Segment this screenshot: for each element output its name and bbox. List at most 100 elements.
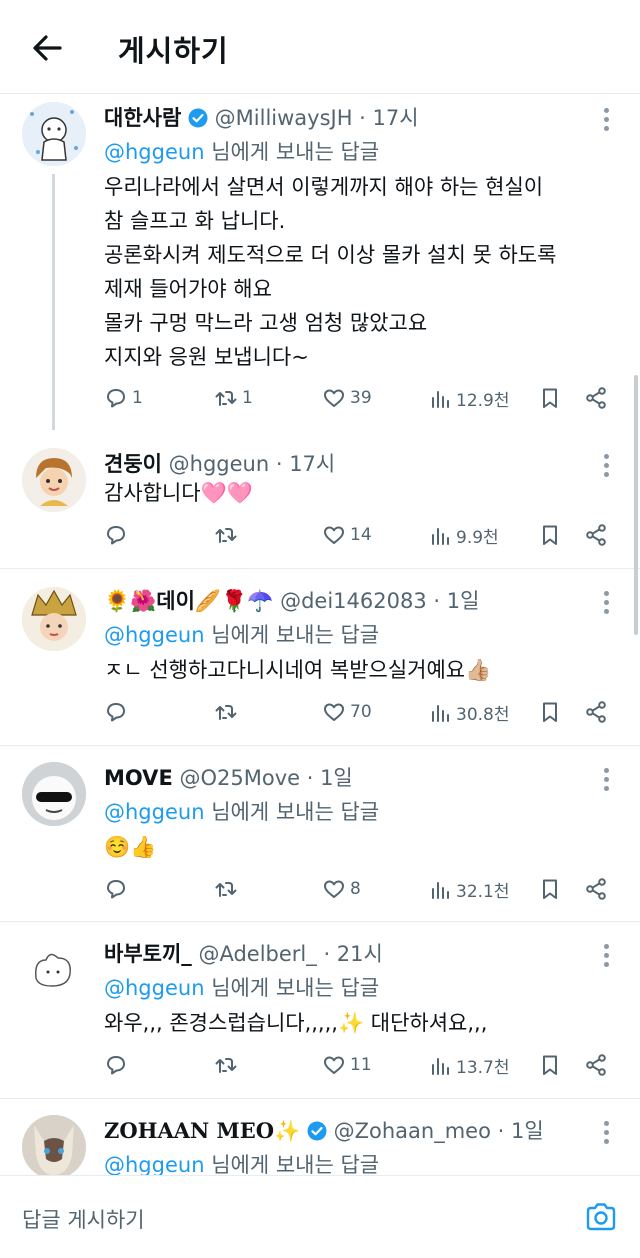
- reply-button[interactable]: 1: [104, 386, 143, 410]
- reply-button[interactable]: [104, 877, 132, 901]
- reply-suffix: 님에게 보내는 답글: [204, 623, 380, 647]
- handle-time[interactable]: @MilliwaysJH · 17시: [215, 106, 419, 130]
- reply-to-label: @hggeun 님에게 보내는 답글: [104, 796, 379, 826]
- avatar[interactable]: [22, 587, 86, 651]
- bookmark-button[interactable]: [538, 1053, 562, 1077]
- like-button[interactable]: 39: [322, 386, 372, 410]
- camera-icon[interactable]: [584, 1200, 618, 1234]
- views-button[interactable]: 30.8천: [428, 700, 510, 725]
- handle-time[interactable]: @Zohaan_meo · 1일: [334, 1119, 544, 1143]
- avatar-image: [22, 448, 86, 512]
- more-vertical-icon[interactable]: [604, 108, 612, 135]
- like-count: 8: [350, 879, 361, 899]
- retweet-button[interactable]: [214, 700, 242, 724]
- display-name[interactable]: 대한사람: [104, 106, 181, 130]
- tweet[interactable]: Z𝐎𝐇𝐀𝐀𝐍 𝐌𝐄𝐎✨ @Zohaan_meo · 1일 @hggeun 님에게…: [0, 1099, 640, 1175]
- handle-time[interactable]: @Adelberl_ · 21시: [198, 942, 382, 966]
- views-button[interactable]: 32.1천: [428, 877, 510, 902]
- page-title: 게시하기: [118, 34, 229, 68]
- speech-bubble-icon: [107, 526, 125, 545]
- tweet[interactable]: 바부토끼_ @Adelberl_ · 21시 @hggeun 님에게 보내는 답…: [0, 922, 640, 1098]
- handle-time[interactable]: @dei1462083 · 1일: [280, 589, 479, 613]
- like-button[interactable]: 70: [322, 700, 372, 724]
- share-icon: [586, 701, 606, 723]
- tweet[interactable]: MOVE @O25Move · 1일 @hggeun 님에게 보내는 답글 ☺️…: [0, 746, 640, 921]
- bar-chart-icon: [432, 1057, 449, 1075]
- tweet-line: ㅈㄴ 선행하고다니시네여 복받으실거예요👍🏼: [104, 658, 492, 682]
- tweet-text: 우리나라에서 살면서 이렇게까지 해야 하는 현실이 참 슬프고 화 납니다. …: [104, 170, 620, 374]
- handle-time[interactable]: @O25Move · 1일: [179, 766, 352, 790]
- avatar[interactable]: [22, 762, 86, 826]
- tweet-line: 참 슬프고 화 납니다.: [104, 209, 286, 233]
- mention-link[interactable]: @hggeun: [104, 976, 205, 1000]
- tweet-text: 와우,,, 존경스럽습니다,,,,,✨ 대단하셔요,,,: [104, 1006, 620, 1040]
- handle-time[interactable]: @hggeun · 17시: [169, 452, 336, 476]
- share-button[interactable]: [584, 523, 608, 547]
- avatar-image: [22, 938, 86, 1002]
- display-name[interactable]: MOVE: [104, 766, 173, 790]
- like-count: 11: [350, 1055, 372, 1075]
- reply-button[interactable]: [104, 700, 132, 724]
- share-button[interactable]: [584, 877, 608, 901]
- views-button[interactable]: 12.9천: [428, 386, 510, 411]
- bookmark-button[interactable]: [538, 523, 562, 547]
- action-bar: 8 32.1천: [104, 877, 612, 907]
- retweet-button[interactable]: [214, 523, 242, 547]
- like-button[interactable]: 14: [322, 523, 372, 547]
- retweet-icon: [215, 705, 237, 720]
- display-name[interactable]: 🌻🌺데이🥖🌹☂️: [104, 589, 273, 613]
- display-name[interactable]: 바부토끼_: [104, 942, 192, 966]
- arrow-left-icon[interactable]: [28, 28, 68, 68]
- bookmark-button[interactable]: [538, 386, 562, 410]
- retweet-button[interactable]: [214, 877, 242, 901]
- avatar[interactable]: [22, 938, 86, 1002]
- avatar[interactable]: [22, 448, 86, 512]
- views-button[interactable]: 9.9천: [428, 523, 499, 548]
- like-count: 39: [350, 388, 372, 408]
- more-vertical-icon[interactable]: [604, 768, 612, 795]
- mention-link[interactable]: @hggeun: [104, 623, 205, 647]
- share-button[interactable]: [584, 386, 608, 410]
- retweet-button[interactable]: 1: [214, 386, 253, 410]
- share-button[interactable]: [584, 700, 608, 724]
- bar-chart-icon: [432, 881, 449, 899]
- like-count: 70: [350, 702, 372, 722]
- verified-badge-icon: [188, 108, 208, 128]
- tweet-header: MOVE @O25Move · 1일: [104, 762, 590, 792]
- avatar[interactable]: [22, 1115, 86, 1175]
- retweet-button[interactable]: [214, 1053, 242, 1077]
- scrollbar[interactable]: [634, 375, 638, 635]
- reply-button[interactable]: [104, 1053, 132, 1077]
- reply-button[interactable]: [104, 523, 132, 547]
- tweet[interactable]: 🌻🌺데이🥖🌹☂️ @dei1462083 · 1일 @hggeun 님에게 보내…: [0, 569, 640, 744]
- more-vertical-icon[interactable]: [604, 944, 612, 971]
- reply-composer[interactable]: 답글 게시하기: [0, 1175, 640, 1258]
- more-vertical-icon[interactable]: [604, 1121, 612, 1148]
- avatar[interactable]: [22, 102, 86, 166]
- display-name[interactable]: 견둥이: [104, 452, 162, 476]
- bookmark-icon: [543, 525, 557, 545]
- views-button[interactable]: 13.7천: [428, 1053, 510, 1078]
- reply-suffix: 님에게 보내는 답글: [204, 976, 380, 1000]
- more-vertical-icon[interactable]: [604, 591, 612, 618]
- tweet[interactable]: 견둥이 @hggeun · 17시 감사합니다🩷🩷 14 9.9천: [0, 430, 640, 567]
- share-button[interactable]: [584, 1053, 608, 1077]
- bookmark-button[interactable]: [538, 877, 562, 901]
- view-count: 13.7천: [456, 1058, 510, 1078]
- like-button[interactable]: 11: [322, 1053, 372, 1077]
- like-button[interactable]: 8: [322, 877, 361, 901]
- tweet[interactable]: 대한사람 @MilliwaysJH · 17시 @hggeun 님에게 보내는 …: [0, 94, 640, 430]
- tweet-text: ㅈㄴ 선행하고다니시네여 복받으실거예요👍🏼: [104, 653, 620, 687]
- reply-suffix: 님에게 보내는 답글: [204, 800, 380, 824]
- bookmark-button[interactable]: [538, 700, 562, 724]
- mention-link[interactable]: @hggeun: [104, 1153, 205, 1175]
- reply-input[interactable]: 답글 게시하기: [22, 1204, 145, 1234]
- retweet-icon: [215, 528, 237, 543]
- mention-link[interactable]: @hggeun: [104, 140, 205, 164]
- heart-icon: [324, 389, 344, 407]
- reply-suffix: 님에게 보내는 답글: [204, 140, 380, 164]
- reply-to-label: @hggeun 님에게 보내는 답글: [104, 972, 379, 1002]
- display-name[interactable]: Z𝐎𝐇𝐀𝐀𝐍 𝐌𝐄𝐎✨: [104, 1118, 300, 1143]
- tweet-text: ☺️👍: [104, 830, 620, 864]
- mention-link[interactable]: @hggeun: [104, 800, 205, 824]
